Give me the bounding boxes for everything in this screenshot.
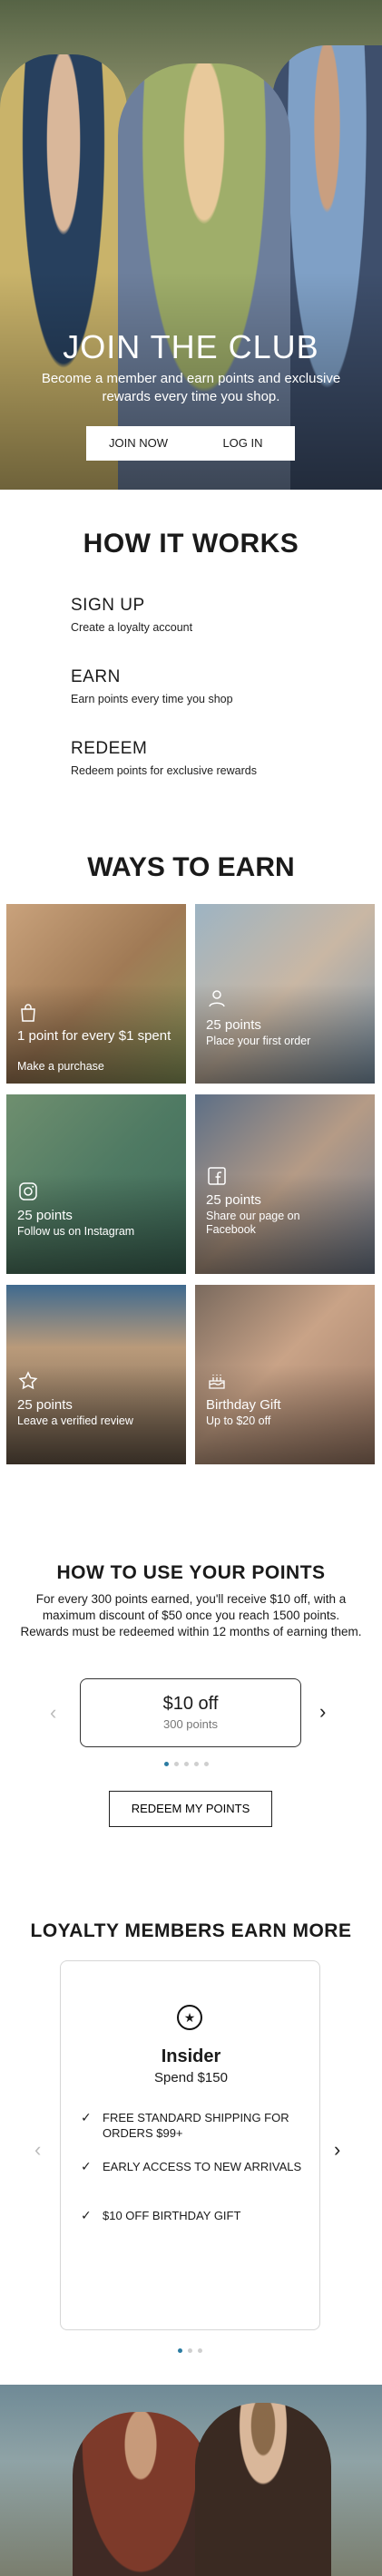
tier-card-insider: ★ Insider Spend $150 ✓ FREE STANDARD SHI… bbox=[60, 1960, 320, 2330]
check-icon: ✓ bbox=[81, 2208, 92, 2222]
hero-title: JOIN THE CLUB bbox=[63, 328, 319, 365]
perk-item: ✓ $10 OFF BIRTHDAY GIFT bbox=[81, 2208, 308, 2223]
tile-points: 1 point for every $1 spent bbox=[17, 1028, 171, 1044]
carousel-dot[interactable] bbox=[178, 2348, 182, 2353]
tile-points: 25 points bbox=[17, 1208, 73, 1223]
hero-subtitle: Become a member and earn points and excl… bbox=[41, 371, 341, 404]
carousel-dot[interactable] bbox=[198, 2348, 202, 2353]
carousel-dot[interactable] bbox=[174, 1762, 179, 1766]
tier-prev-icon[interactable]: ‹ bbox=[34, 2140, 41, 2160]
carousel-dot[interactable] bbox=[194, 1762, 199, 1766]
tile-points: 25 points bbox=[206, 1192, 261, 1208]
perk-text: EARLY ACCESS TO NEW ARRIVALS bbox=[103, 2160, 302, 2173]
perk-item: ✓ EARLY ACCESS TO NEW ARRIVALS bbox=[81, 2159, 308, 2174]
reward-points: 300 points bbox=[163, 1717, 218, 1731]
tile-desc: Share our page on Facebook bbox=[206, 1210, 300, 1236]
join-now-button[interactable]: JOIN NOW bbox=[86, 426, 191, 461]
step-title: EARN bbox=[71, 667, 121, 686]
step-desc: Earn points every time you shop bbox=[71, 693, 233, 705]
tier-spend: Spend $150 bbox=[154, 2070, 228, 2085]
earn-tile-review[interactable]: 25 points Leave a verified review bbox=[6, 1285, 186, 1464]
step-title: SIGN UP bbox=[71, 596, 145, 615]
user-icon bbox=[209, 990, 225, 1007]
earn-tile-purchase[interactable]: 1 point for every $1 spent Make a purcha… bbox=[6, 904, 186, 1084]
tier-carousel-dots bbox=[175, 2341, 205, 2353]
perk-text: $10 OFF BIRTHDAY GIFT bbox=[103, 2209, 241, 2222]
perk-item: ✓ FREE STANDARD SHIPPING FOR ORDERS $99+ bbox=[81, 2110, 308, 2141]
star-badge-icon: ★ bbox=[177, 2005, 202, 2030]
tile-desc: Leave a verified review bbox=[17, 1414, 133, 1427]
earn-tile-birthday[interactable]: Birthday Gift Up to $20 off bbox=[195, 1285, 375, 1464]
step-desc: Redeem points for exclusive rewards bbox=[71, 764, 257, 777]
log-in-button[interactable]: LOG IN bbox=[191, 426, 295, 461]
tile-desc: Make a purchase bbox=[17, 1060, 104, 1073]
check-icon: ✓ bbox=[81, 2110, 92, 2124]
use-points-description: For every 300 points earned, you'll rece… bbox=[20, 1592, 362, 1638]
carousel-prev-icon[interactable]: ‹ bbox=[50, 1703, 56, 1723]
tile-points: 25 points bbox=[17, 1397, 73, 1413]
reward-carousel-dots bbox=[162, 1755, 211, 1766]
bottom-model-left bbox=[73, 2412, 209, 2576]
instagram-icon bbox=[19, 1182, 37, 1201]
birthday-cake-icon bbox=[209, 1375, 225, 1389]
use-points-title: HOW TO USE YOUR POINTS bbox=[56, 1562, 326, 1583]
reward-value: $10 off bbox=[162, 1694, 219, 1714]
tile-points: 25 points bbox=[206, 1017, 261, 1033]
carousel-next-icon[interactable]: › bbox=[319, 1702, 326, 1722]
earn-tile-facebook[interactable]: 25 points Share our page on Facebook bbox=[195, 1094, 375, 1274]
earn-tile-first-order[interactable]: 25 points Place your first order bbox=[195, 904, 375, 1084]
hero-banner: JOIN THE CLUB Become a member and earn p… bbox=[0, 0, 382, 490]
ways-to-earn-title: WAYS TO EARN bbox=[87, 852, 295, 882]
carousel-dot[interactable] bbox=[184, 1762, 189, 1766]
carousel-dot[interactable] bbox=[188, 2348, 192, 2353]
shopping-bag-icon bbox=[21, 1004, 35, 1022]
reward-card: $10 off 300 points bbox=[80, 1678, 301, 1747]
step-sign-up: SIGN UP Create a loyalty account bbox=[71, 596, 361, 634]
tile-desc: Place your first order bbox=[206, 1035, 311, 1047]
tier-next-icon[interactable]: › bbox=[334, 2140, 340, 2160]
tile-desc: Up to $20 off bbox=[206, 1414, 271, 1427]
tile-desc: Follow us on Instagram bbox=[17, 1225, 135, 1238]
step-title: REDEEM bbox=[71, 739, 148, 758]
redeem-my-points-button[interactable]: REDEEM MY POINTS bbox=[109, 1791, 272, 1827]
carousel-dot[interactable] bbox=[164, 1762, 169, 1766]
bottom-lifestyle-image bbox=[0, 2385, 382, 2576]
tier-name: Insider bbox=[161, 2046, 221, 2066]
bottom-model-right bbox=[195, 2403, 331, 2576]
step-desc: Create a loyalty account bbox=[71, 621, 193, 634]
step-earn: EARN Earn points every time you shop bbox=[71, 667, 361, 705]
earn-tile-instagram[interactable]: 25 points Follow us on Instagram bbox=[6, 1094, 186, 1274]
how-it-works-title: HOW IT WORKS bbox=[83, 529, 299, 559]
tile-points: Birthday Gift bbox=[206, 1397, 281, 1413]
carousel-dot[interactable] bbox=[204, 1762, 209, 1766]
perk-text: FREE STANDARD SHIPPING FOR ORDERS $99+ bbox=[103, 2111, 289, 2140]
facebook-icon bbox=[208, 1167, 226, 1185]
star-icon bbox=[18, 1371, 38, 1390]
check-icon: ✓ bbox=[81, 2159, 92, 2173]
step-redeem: REDEEM Redeem points for exclusive rewar… bbox=[71, 739, 361, 777]
loyalty-title: LOYALTY MEMBERS EARN MORE bbox=[30, 1920, 352, 1941]
